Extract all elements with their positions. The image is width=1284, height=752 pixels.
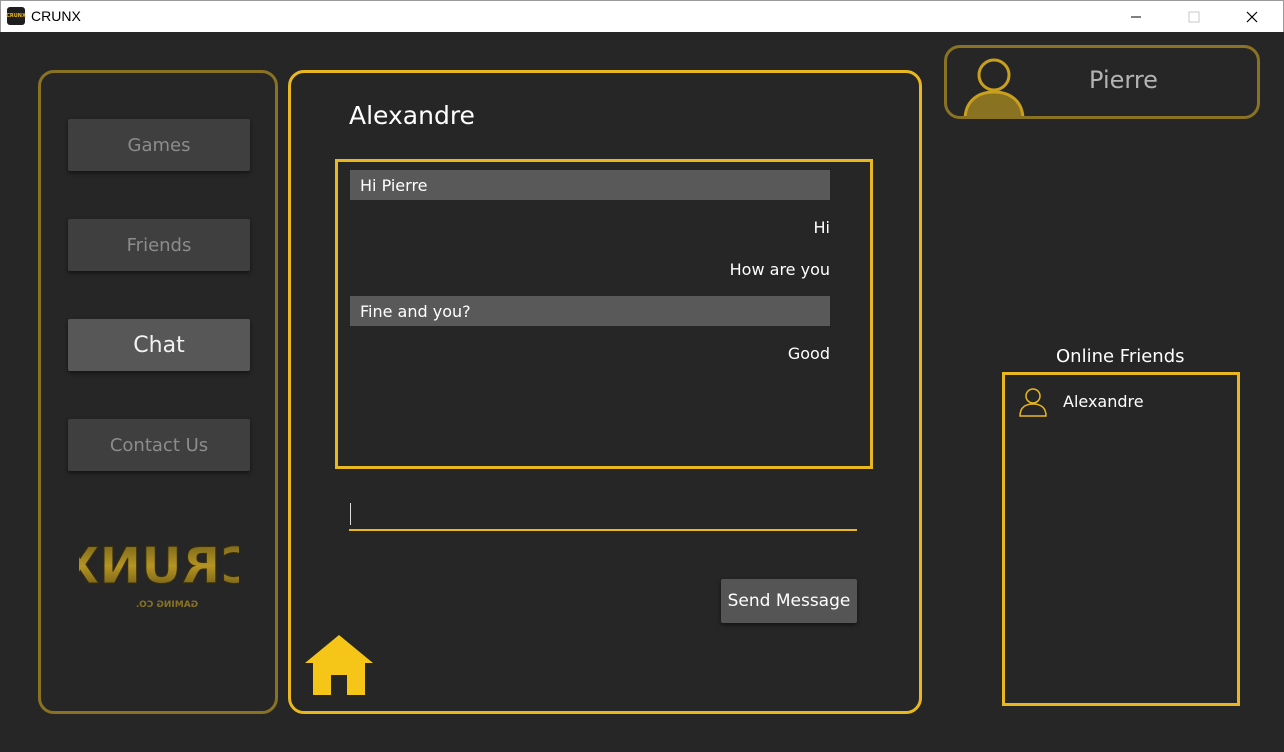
nav-games-button[interactable]: Games [68, 119, 250, 171]
title-bar: CRUNX CRUNX [0, 0, 1284, 32]
minimize-button[interactable] [1113, 1, 1159, 32]
maximize-button[interactable] [1171, 1, 1217, 32]
message-received: Hi Pierre [350, 170, 830, 200]
chat-panel: Alexandre Hi Pierre Hi How are you Fine … [288, 70, 922, 714]
user-avatar-icon [963, 58, 1025, 116]
online-friends-title: Online Friends [1056, 346, 1185, 367]
maximize-icon [1188, 11, 1200, 22]
message-sent: Good [787, 343, 830, 363]
user-profile[interactable]: Pierre [944, 45, 1260, 119]
window-title: CRUNX [31, 8, 81, 24]
app-icon-text: CRUNX [6, 13, 26, 19]
minimize-icon [1131, 16, 1141, 17]
logo-subtext: GAMING CO. [136, 600, 198, 610]
app-logo-icon: CRUNX [6, 7, 26, 25]
message-received: Fine and you? [350, 296, 830, 326]
message-input[interactable] [349, 491, 857, 531]
nav-contact-us-button[interactable]: Contact Us [68, 419, 250, 471]
crunx-logo: CRUNX GAMING CO. [79, 537, 239, 611]
close-icon [1246, 11, 1258, 22]
nav-friends-button[interactable]: Friends [68, 219, 250, 271]
message-sent: How are you [729, 259, 830, 279]
main-area: Games Friends Chat Contact Us CRUNX GAMI… [2, 32, 1282, 752]
online-friend-item[interactable]: Alexandre [1017, 385, 1227, 417]
send-message-button[interactable]: Send Message [721, 579, 857, 623]
nav-panel: Games Friends Chat Contact Us CRUNX GAMI… [38, 70, 278, 714]
online-friends-list: Alexandre [1002, 372, 1240, 706]
close-button[interactable] [1229, 1, 1275, 32]
home-icon[interactable] [303, 633, 375, 697]
message-sent: Hi [813, 217, 830, 237]
chat-contact-name: Alexandre [349, 101, 475, 130]
friend-avatar-icon [1019, 388, 1047, 417]
text-caret [350, 503, 351, 525]
message-list[interactable]: Hi Pierre Hi How are you Fine and you? G… [335, 159, 873, 469]
friend-name: Alexandre [1063, 391, 1144, 411]
logo-text: CRUNX [79, 537, 239, 595]
user-name: Pierre [1089, 66, 1158, 94]
nav-chat-button[interactable]: Chat [68, 319, 250, 371]
